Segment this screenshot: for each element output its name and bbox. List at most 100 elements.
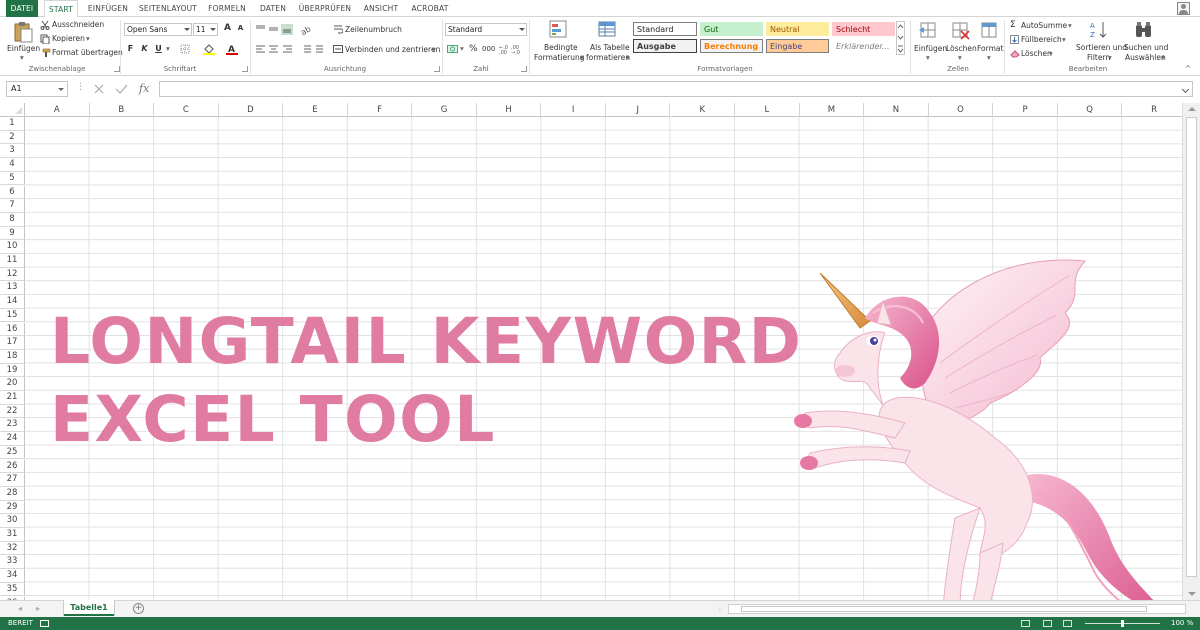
tab-insert[interactable]: EINFÜGEN (86, 0, 130, 17)
style-input[interactable]: Eingabe (766, 39, 829, 53)
row-header-34[interactable]: 34 (0, 569, 25, 583)
zoom-level[interactable]: 100 % (1171, 617, 1193, 630)
tab-review[interactable]: ÜBERPRÜFEN (298, 0, 352, 17)
normal-view-icon[interactable] (1021, 620, 1030, 627)
style-good[interactable]: Gut (700, 22, 763, 36)
italic-button[interactable]: K (139, 44, 150, 53)
copy-icon[interactable] (40, 34, 50, 44)
shrink-font-button[interactable]: A (235, 24, 246, 32)
sort-filter-label-2[interactable]: Filtern (1087, 53, 1110, 62)
indent-icons[interactable] (300, 44, 326, 54)
row-header-8[interactable]: 8 (0, 212, 25, 227)
format-cells-button[interactable]: Format (977, 44, 1003, 53)
confirm-icon[interactable] (115, 83, 128, 95)
row-header-16[interactable]: 16 (0, 322, 25, 337)
thousands-button[interactable]: 000 (482, 45, 495, 53)
find-select-label-1[interactable]: Suchen und (1124, 43, 1168, 52)
vertical-scroll-thumb[interactable] (1186, 117, 1197, 577)
font-size-combo[interactable]: 11 (193, 23, 218, 36)
currency-dropdown-icon[interactable]: ▾ (460, 44, 464, 53)
sort-filter-icon[interactable]: AZ (1089, 20, 1109, 40)
merge-dropdown-icon[interactable]: ▾ (432, 45, 436, 54)
fill-icon[interactable] (1010, 35, 1019, 44)
row-header-10[interactable]: 10 (0, 240, 25, 254)
merge-center-button[interactable]: Verbinden und zentrieren (345, 45, 440, 54)
number-launcher-icon[interactable] (521, 66, 527, 72)
sheet-tab-tabelle1[interactable]: Tabelle1 (64, 600, 114, 616)
sort-filter-label-1[interactable]: Sortieren und (1076, 43, 1127, 52)
formula-input[interactable] (159, 81, 1193, 97)
merge-icon[interactable] (333, 44, 343, 54)
find-select-icon[interactable] (1134, 21, 1154, 41)
fill-button[interactable]: Füllbereich (1021, 35, 1062, 44)
row-header-4[interactable]: 4 (0, 158, 25, 172)
insert-cells-button[interactable]: Einfügen (914, 44, 947, 53)
scroll-down-icon[interactable] (1188, 592, 1196, 596)
column-header-j[interactable]: J (605, 103, 671, 117)
cut-button[interactable]: Ausschneiden (52, 20, 104, 29)
row-header-35[interactable]: 35 (0, 582, 25, 597)
row-header-29[interactable]: 29 (0, 500, 25, 515)
column-header-o[interactable]: O (928, 103, 994, 117)
paste-dropdown-icon[interactable]: ▾ (20, 53, 24, 62)
conditional-format-label-2[interactable]: Formatierung (534, 53, 584, 62)
font-name-combo[interactable]: Open Sans (124, 23, 192, 36)
row-header-26[interactable]: 26 (0, 459, 25, 474)
autosum-icon[interactable]: Σ (1010, 20, 1016, 30)
row-header-17[interactable]: 17 (0, 336, 25, 350)
orientation-icon[interactable]: ab (300, 23, 314, 35)
row-header-6[interactable]: 6 (0, 185, 25, 200)
tab-acrobat[interactable]: ACROBAT (410, 0, 450, 17)
format-dropdown-icon[interactable]: ▾ (987, 53, 991, 62)
format-painter-icon[interactable] (40, 48, 51, 58)
row-header-11[interactable]: 11 (0, 254, 25, 268)
wrap-text-button[interactable]: Zeilenumbruch (345, 25, 402, 34)
style-standard[interactable]: Standard (633, 22, 697, 36)
format-as-table-label-2[interactable]: formatieren (586, 53, 630, 62)
format-cells-icon[interactable] (980, 21, 1000, 41)
row-header-24[interactable]: 24 (0, 432, 25, 446)
row-header-3[interactable]: 3 (0, 144, 25, 159)
tab-file[interactable]: DATEI (6, 0, 38, 17)
scroll-up-icon[interactable] (1188, 107, 1196, 111)
row-header-33[interactable]: 33 (0, 555, 25, 570)
conditional-format-dropdown-icon[interactable]: ▾ (580, 53, 584, 62)
delete-dropdown-icon[interactable]: ▾ (958, 53, 962, 62)
row-header-7[interactable]: 7 (0, 199, 25, 213)
column-header-h[interactable]: H (476, 103, 542, 117)
row-header-19[interactable]: 19 (0, 363, 25, 378)
percent-button[interactable]: % (469, 44, 478, 54)
underline-dropdown-icon[interactable]: ▾ (166, 44, 170, 53)
font-color-icon[interactable]: A (226, 43, 238, 55)
row-header-13[interactable]: 13 (0, 281, 25, 296)
grow-font-button[interactable]: A (222, 23, 233, 33)
column-header-i[interactable]: I (541, 103, 606, 117)
prev-sheet-icon[interactable]: ◂ (18, 604, 22, 613)
column-header-q[interactable]: Q (1057, 103, 1123, 117)
conditional-format-label-1[interactable]: Bedingte (544, 43, 578, 52)
format-as-table-dropdown-icon[interactable]: ▾ (626, 53, 630, 62)
style-calculation[interactable]: Berechnung (700, 39, 763, 53)
row-header-12[interactable]: 12 (0, 267, 25, 282)
column-header-m[interactable]: M (799, 103, 865, 117)
column-header-l[interactable]: L (735, 103, 800, 117)
format-as-table-icon[interactable] (598, 20, 618, 40)
wrap-text-icon[interactable] (333, 24, 343, 34)
column-header-d[interactable]: D (218, 103, 284, 117)
font-launcher-icon[interactable] (242, 66, 248, 72)
clear-dropdown-icon[interactable]: ▾ (1049, 49, 1053, 58)
cut-icon[interactable] (40, 20, 50, 30)
find-select-label-2[interactable]: Auswählen (1125, 53, 1166, 62)
row-header-23[interactable]: 23 (0, 418, 25, 433)
row-header-27[interactable]: 27 (0, 473, 25, 487)
copy-dropdown-icon[interactable]: ▾ (86, 34, 90, 43)
cancel-icon[interactable] (93, 83, 105, 95)
column-header-g[interactable]: G (412, 103, 477, 117)
column-header-n[interactable]: N (864, 103, 929, 117)
format-as-table-label-1[interactable]: Als Tabelle (590, 43, 630, 52)
row-header-20[interactable]: 20 (0, 377, 25, 391)
sort-filter-dropdown-icon[interactable]: ▾ (1108, 53, 1112, 62)
column-header-p[interactable]: P (993, 103, 1058, 117)
style-explanatory[interactable]: Erklärender... (832, 39, 895, 53)
column-header-e[interactable]: E (283, 103, 348, 117)
